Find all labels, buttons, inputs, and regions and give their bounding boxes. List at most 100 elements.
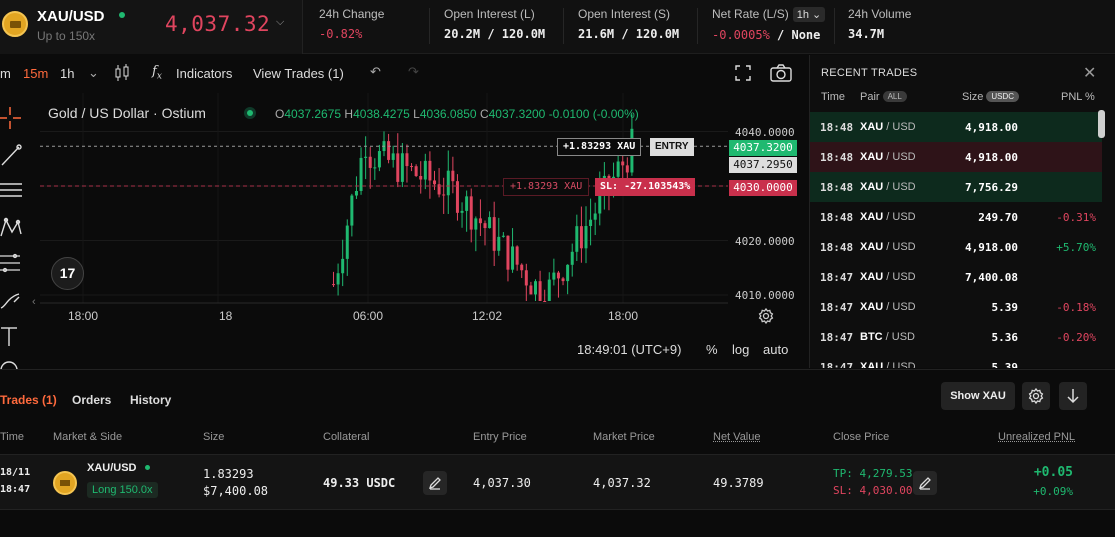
candle-body xyxy=(589,219,593,227)
candle-body xyxy=(433,180,436,185)
view-trades-button[interactable]: View Trades (1) xyxy=(253,66,344,81)
candle-body xyxy=(400,153,404,182)
settings-gear-button[interactable] xyxy=(1022,382,1050,410)
candle-body xyxy=(423,160,427,180)
candle-body xyxy=(336,273,340,285)
col-header: Market Price xyxy=(593,431,655,443)
candle-body xyxy=(556,272,560,279)
auto-scale-toggle[interactable]: auto xyxy=(763,342,788,357)
entry-label[interactable]: ENTRY xyxy=(650,138,694,156)
indicators-icon[interactable]: fx xyxy=(152,64,162,82)
candle-body xyxy=(570,251,574,265)
timeframe-1m[interactable]: m xyxy=(0,66,11,81)
horizontal-lines-icon[interactable] xyxy=(0,179,26,203)
indicators-button[interactable]: Indicators xyxy=(176,66,232,81)
brush-icon[interactable] xyxy=(0,288,26,312)
log-scale-toggle[interactable]: log xyxy=(732,342,749,357)
list-item[interactable]: 18:48 XAU / USD 4,918.00 xyxy=(810,112,1102,142)
candle-body xyxy=(474,218,478,230)
table-row[interactable]: 18/11 18:47 XAU/USD Long 150.0x 1.83293 … xyxy=(0,454,1115,510)
gear-icon xyxy=(1028,387,1044,405)
x-tick: 18:00 xyxy=(68,309,99,323)
collapse-tools-chevron-icon[interactable]: ‹ xyxy=(32,296,36,308)
list-item[interactable]: 18:47 XAU / USD 7,400.08 xyxy=(810,262,1102,292)
trade-time: 18:47 xyxy=(0,484,31,495)
trade-time: 18:48 xyxy=(820,121,854,134)
undo-icon[interactable]: ↶ xyxy=(370,64,381,80)
candle-body xyxy=(520,264,524,271)
ohlc-readout: O4037.2675 H4038.4275 L4036.0850 C4037.3… xyxy=(275,107,639,121)
divider xyxy=(697,8,698,44)
edit-tp-sl-button[interactable] xyxy=(913,471,937,495)
list-item[interactable]: 18:48 XAU / USD 249.70 -0.31% xyxy=(810,202,1102,232)
candle-body xyxy=(332,284,335,286)
trade-market: XAU/USD xyxy=(87,462,137,474)
list-item[interactable]: 18:47 XAU / USD 5.39 -0.18% xyxy=(810,292,1102,322)
stop-loss-label[interactable]: SL: -27.103543% xyxy=(595,178,696,196)
candle-body xyxy=(515,246,519,265)
list-item[interactable]: 18:48 XAU / USD 7,756.29 xyxy=(810,172,1102,202)
list-item[interactable]: 18:48 XAU / USD 4,918.00 +5.70% xyxy=(810,232,1102,262)
crosshair-icon[interactable] xyxy=(0,107,26,131)
chart-settings-icon[interactable] xyxy=(758,307,774,327)
redo-icon[interactable]: ↷ xyxy=(408,64,419,80)
trade-size: 1.83293 xyxy=(203,467,254,481)
asset-selector[interactable]: XAU/USD Up to 150x 4,037.32 ⌵ xyxy=(0,0,303,54)
candle-body xyxy=(354,190,358,196)
last-price-tag: 4037.3200 xyxy=(729,140,797,156)
candles-icon[interactable] xyxy=(114,64,130,85)
tab-trades[interactable]: Trades (1) xyxy=(0,393,57,407)
trade-time: 18:48 xyxy=(820,211,854,224)
timeframe-15m[interactable]: 15m xyxy=(23,66,48,81)
list-item[interactable]: 18:47 XAU / USD 5.39 xyxy=(810,352,1102,368)
trade-size-usd: $7,400.08 xyxy=(203,484,269,498)
edit-collateral-button[interactable] xyxy=(423,471,447,495)
trend-line-icon[interactable] xyxy=(0,144,26,168)
entry-position-size[interactable]: +1.83293 XAU xyxy=(557,138,642,156)
candle-body xyxy=(419,176,423,180)
current-price: 4,037.32 xyxy=(165,12,271,36)
tradingview-logo: 17 xyxy=(51,257,84,290)
candle-body xyxy=(377,151,381,168)
net-rate-timeframe-select[interactable]: 1h ⌄ xyxy=(792,7,826,22)
stat-24h-change: 24h Change -0.82% xyxy=(319,7,385,41)
trade-size: 7,756.29 xyxy=(965,181,1018,194)
close-icon[interactable]: ✕ xyxy=(1083,63,1096,83)
chart-clock[interactable]: 18:49:01 (UTC+9) xyxy=(577,342,681,357)
list-item[interactable]: 18:48 XAU / USD 4,918.00 xyxy=(810,142,1102,172)
candle-body xyxy=(529,285,533,295)
candlestick-plot[interactable] xyxy=(40,93,808,368)
price-chart[interactable] xyxy=(40,93,808,368)
stop-loss-position-size[interactable]: +1.83293 XAU xyxy=(503,178,590,196)
take-profit: TP: 4,279.53 xyxy=(833,467,913,480)
recent-trades-scrollbar[interactable] xyxy=(1098,110,1105,138)
timeframe-1h[interactable]: 1h xyxy=(60,66,74,81)
candle-body xyxy=(579,226,583,249)
size-unit-chip[interactable]: USDC xyxy=(986,91,1020,102)
fib-retracement-icon[interactable] xyxy=(0,252,26,276)
candle-body xyxy=(524,270,528,286)
tab-orders[interactable]: Orders xyxy=(72,393,111,407)
trade-size: 4,918.00 xyxy=(965,151,1018,164)
unrealized-pnl: +0.05 xyxy=(1033,465,1073,480)
text-tool-icon[interactable] xyxy=(0,325,26,349)
camera-icon[interactable] xyxy=(770,64,792,85)
col-header: Collateral xyxy=(323,431,370,443)
gold-coin-icon xyxy=(53,471,77,495)
x-tick: 06:00 xyxy=(353,309,384,323)
divider xyxy=(834,8,835,44)
show-xau-button[interactable]: Show XAU xyxy=(941,382,1015,410)
timeframe-chevron-down-icon[interactable]: ⌄ xyxy=(88,65,99,81)
trade-time: 18:48 xyxy=(820,181,854,194)
download-button[interactable] xyxy=(1059,382,1087,410)
trade-pair: XAU / USD xyxy=(860,151,916,163)
chevron-down-icon[interactable]: ⌵ xyxy=(276,16,284,29)
more-tools-icon[interactable] xyxy=(0,356,26,371)
candle-body xyxy=(410,166,414,168)
percent-scale-toggle[interactable]: % xyxy=(706,342,718,357)
pair-filter-chip[interactable]: ALL xyxy=(882,91,907,102)
pattern-icon[interactable] xyxy=(0,216,26,240)
tab-history[interactable]: History xyxy=(130,393,171,407)
list-item[interactable]: 18:47 BTC / USD 5.36 -0.20% xyxy=(810,322,1102,352)
fullscreen-icon[interactable] xyxy=(735,65,751,84)
